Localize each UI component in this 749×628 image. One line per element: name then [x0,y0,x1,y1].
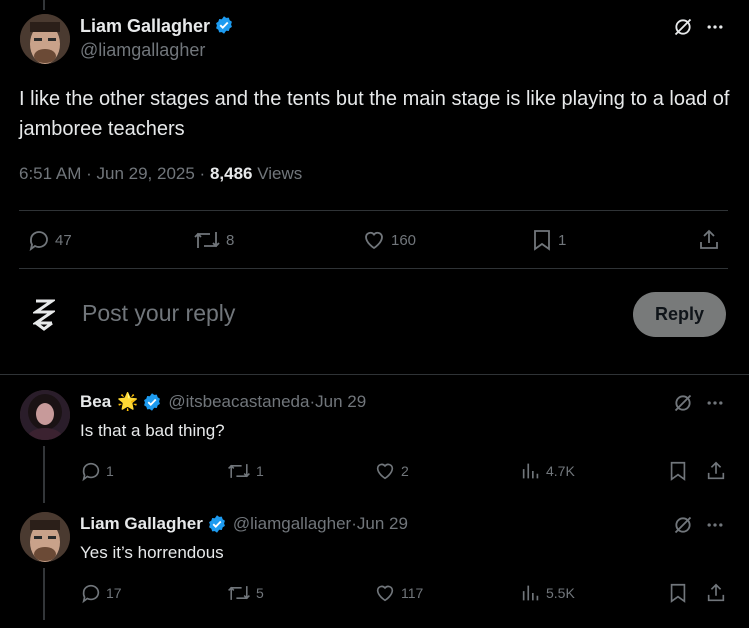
views-icon [520,460,542,482]
grok-icon[interactable] [673,17,693,37]
share-icon[interactable] [705,460,727,482]
views-action[interactable]: 5.5K [520,582,575,604]
reply-action[interactable]: 1 [80,460,114,482]
reply-count: 47 [55,231,72,249]
author-name[interactable]: Liam Gallagher [80,16,210,36]
share-action[interactable] [697,228,721,252]
reply-action[interactable]: 47 [27,228,72,252]
reply-date[interactable]: Jun 29 [315,392,366,412]
meta-separator: · [199,164,210,183]
author-avatar[interactable] [20,14,70,64]
reply-avatar[interactable] [20,390,70,440]
reply-count: 1 [106,463,114,479]
views-action[interactable]: 4.7K [520,460,575,482]
heart-icon [361,228,387,252]
star-emoji: 🌟 [117,392,139,411]
like-action[interactable]: 2 [373,460,409,482]
reply-avatar[interactable] [20,512,70,562]
heart-icon [373,582,397,604]
bookmark-icon[interactable] [667,582,689,604]
bookmark-icon[interactable] [667,460,689,482]
reply-input[interactable]: Post your reply [82,300,235,327]
reply-author-handle[interactable]: @itsbeacastaneda [168,392,309,412]
reply-header: Liam Gallagher @liamgallagher · Jun 29 [80,514,408,534]
verified-badge-icon [207,514,227,534]
author-handle[interactable]: @liamgallagher [80,40,234,61]
verified-badge-icon [142,392,162,412]
reply-text: Yes it’s horrendous [80,543,224,562]
author-block: Liam Gallagher @liamgallagher [80,15,234,61]
thread-line-top [43,0,45,10]
repost-count: 8 [226,231,235,249]
repost-action[interactable]: 5 [226,582,264,604]
repost-count: 5 [256,585,264,601]
views-count: 8,486 [209,164,253,183]
grok-icon[interactable] [673,393,693,413]
repost-icon [226,582,252,604]
reply-header: Bea 🌟 @itsbeacastaneda · Jun 29 [80,392,366,412]
section-divider [0,374,749,375]
like-count: 117 [401,585,424,601]
heart-icon [373,460,397,482]
repost-icon [226,460,252,482]
share-icon[interactable] [705,582,727,604]
reply-count: 17 [106,585,122,601]
repost-action[interactable]: 1 [226,460,264,482]
views-icon [520,582,542,604]
tweet-time[interactable]: 6:51 AM [19,164,81,183]
app-logo-icon [33,298,55,332]
meta-separator: · [86,164,97,183]
like-count: 160 [391,231,417,249]
bookmark-action[interactable]: 1 [530,228,566,252]
share-icon [697,228,721,252]
reply-icon [27,228,51,252]
reply-icon [80,460,102,482]
divider [19,210,728,211]
reply-author-name[interactable]: Liam Gallagher [80,514,203,534]
like-count: 2 [401,463,409,479]
views-label: Views [257,164,303,183]
tweet-date[interactable]: Jun 29, 2025 [97,164,195,183]
reply-action[interactable]: 17 [80,582,122,604]
more-options-icon[interactable] [705,17,725,37]
bookmark-count: 1 [558,231,567,249]
reply-author-name[interactable]: Bea [80,392,111,412]
reply-icon [80,582,102,604]
grok-icon[interactable] [673,515,693,535]
tweet-text: I like the other stages and the tents bu… [19,88,730,140]
views-count: 4.7K [546,463,575,479]
repost-action[interactable]: 8 [192,228,234,252]
like-action[interactable]: 117 [373,582,423,604]
tweet-meta: 6:51 AM · Jun 29, 2025 · 8,486 Views [19,164,302,184]
reply-text: Is that a bad thing? [80,421,225,440]
more-options-icon[interactable] [705,393,725,413]
repost-count: 1 [256,463,264,479]
author-name-row[interactable]: Liam Gallagher [80,15,234,37]
repost-icon [192,228,222,252]
thread-line [43,568,45,620]
divider [19,268,728,269]
reply-author-handle[interactable]: @liamgallagher [233,514,351,534]
like-action[interactable]: 160 [361,228,416,252]
reply-button[interactable]: Reply [633,292,726,337]
verified-badge-icon [214,15,234,35]
views-count: 5.5K [546,585,575,601]
more-options-icon[interactable] [705,515,725,535]
reply-date[interactable]: Jun 29 [357,514,408,534]
bookmark-icon [530,228,554,252]
thread-line [43,446,45,503]
